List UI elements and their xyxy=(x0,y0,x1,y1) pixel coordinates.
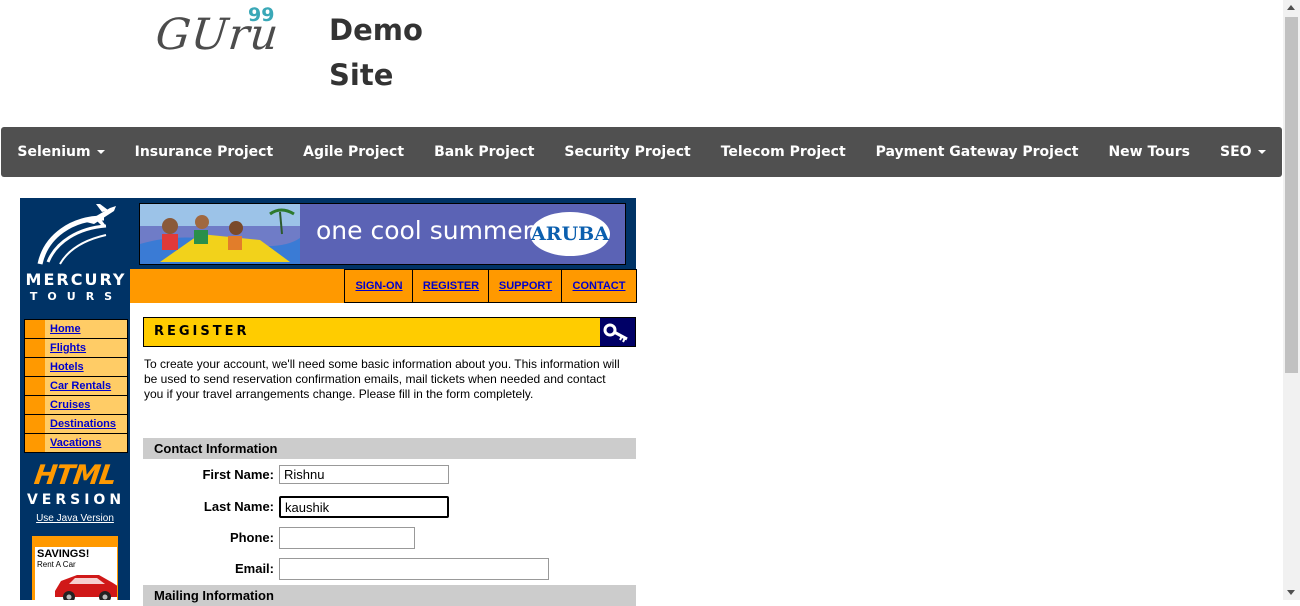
nav-payment-gateway-project[interactable]: Payment Gateway Project xyxy=(861,144,1094,160)
bullet-icon xyxy=(25,377,45,395)
side-link-cruises[interactable]: Cruises xyxy=(47,396,90,414)
bullet-icon xyxy=(25,415,45,433)
email-label: Email: xyxy=(234,561,274,576)
phone-label: Phone: xyxy=(229,530,274,545)
guru99-logo[interactable]: GUru 99 xyxy=(153,4,286,60)
scroll-down-arrow-icon[interactable] xyxy=(1287,590,1295,595)
first-name-field[interactable] xyxy=(279,465,449,484)
nav-telecom-project[interactable]: Telecom Project xyxy=(706,144,861,160)
aruba-banner-ad[interactable]: one cool summer ARUBA xyxy=(139,203,626,265)
register-link[interactable]: REGISTER xyxy=(412,269,490,303)
side-link-hotels[interactable]: Hotels xyxy=(47,358,84,376)
bullet-icon xyxy=(25,396,45,414)
red-car-icon xyxy=(55,575,117,600)
nav-new-tours[interactable]: New Tours xyxy=(1093,144,1205,160)
nav-label: SEO xyxy=(1220,144,1252,160)
use-java-version-link[interactable]: Use Java Version xyxy=(20,513,130,524)
top-navigation: Selenium Insurance Project Agile Project… xyxy=(1,127,1282,177)
site-title: Demo Site xyxy=(329,13,423,92)
nav-seo[interactable]: SEO xyxy=(1205,144,1281,160)
nav-bank-project[interactable]: Bank Project xyxy=(419,144,549,160)
side-menu-item: Home xyxy=(25,320,127,338)
first-name-label: First Name: xyxy=(202,467,274,482)
savings-ad-panel: SAVINGS! Rent A Car xyxy=(35,547,117,600)
side-menu-item: Hotels xyxy=(25,358,127,376)
nav-selenium[interactable]: Selenium xyxy=(2,144,119,160)
key-icon xyxy=(600,318,635,346)
side-link-vacations[interactable]: Vacations xyxy=(47,434,101,452)
mercury-logo-text: MERCURY xyxy=(25,270,127,289)
banner-tagline: one cool summer xyxy=(316,216,533,245)
intro-text: To create your account, we'll need some … xyxy=(144,357,620,401)
phone-field[interactable] xyxy=(279,527,415,549)
bullet-icon xyxy=(25,339,45,357)
aruba-logo: ARUBA xyxy=(530,212,610,256)
tours-logo-text: TOURS xyxy=(29,290,123,303)
bullet-icon xyxy=(25,434,45,452)
register-heading-bar: REGISTER xyxy=(143,317,636,347)
sign-on-link[interactable]: SIGN-ON xyxy=(344,269,414,303)
bullet-icon xyxy=(25,358,45,376)
bullet-icon xyxy=(25,320,45,338)
logo-superscript: 99 xyxy=(248,4,275,26)
page-scrollbar[interactable] xyxy=(1283,0,1300,600)
scrollbar-thumb[interactable] xyxy=(1285,17,1298,373)
scroll-up-arrow-icon[interactable] xyxy=(1287,5,1295,10)
mercury-sidebar: MERCURY TOURS Home Flights Hotels Car Re… xyxy=(20,198,130,600)
nav-security-project[interactable]: Security Project xyxy=(549,144,705,160)
last-name-field[interactable] xyxy=(279,496,449,518)
side-link-home[interactable]: Home xyxy=(47,320,81,338)
support-link[interactable]: SUPPORT xyxy=(488,269,563,303)
side-link-destinations[interactable]: Destinations xyxy=(47,415,116,433)
html-version-logo: HTML xyxy=(32,460,118,491)
nav-insurance-project[interactable]: Insurance Project xyxy=(120,144,289,160)
mercury-plane-logo-icon xyxy=(37,204,116,265)
nav-agile-project[interactable]: Agile Project xyxy=(288,144,419,160)
mailing-information-header: Mailing Information xyxy=(143,585,636,606)
aruba-logo-text: ARUBA xyxy=(531,223,609,245)
chevron-down-icon xyxy=(1257,150,1266,154)
savings-ad[interactable]: SAVINGS! Rent A Car xyxy=(32,536,118,600)
side-menu-item: Destinations xyxy=(25,415,127,433)
side-menu: Home Flights Hotels Car Rentals Cruises … xyxy=(24,319,128,453)
chevron-down-icon xyxy=(96,150,105,154)
last-name-label: Last Name: xyxy=(203,499,274,514)
side-menu-item: Vacations xyxy=(25,434,127,452)
savings-title: SAVINGS! xyxy=(37,548,90,560)
contact-information-header: Contact Information xyxy=(143,438,636,459)
version-logo-text: VERSION xyxy=(26,492,126,508)
section-title: Contact Information xyxy=(154,441,278,456)
beach-photo-icon xyxy=(140,204,300,264)
side-link-flights[interactable]: Flights xyxy=(47,339,86,357)
nav-label: Selenium xyxy=(17,144,91,160)
side-menu-item: Cruises xyxy=(25,396,127,414)
email-field[interactable] xyxy=(279,558,549,580)
contact-link[interactable]: CONTACT xyxy=(561,269,637,303)
section-title: Mailing Information xyxy=(154,588,274,603)
side-link-car-rentals[interactable]: Car Rentals xyxy=(47,377,111,395)
side-menu-item: Car Rentals xyxy=(25,377,127,395)
side-menu-item: Flights xyxy=(25,339,127,357)
page-title: REGISTER xyxy=(154,324,250,339)
